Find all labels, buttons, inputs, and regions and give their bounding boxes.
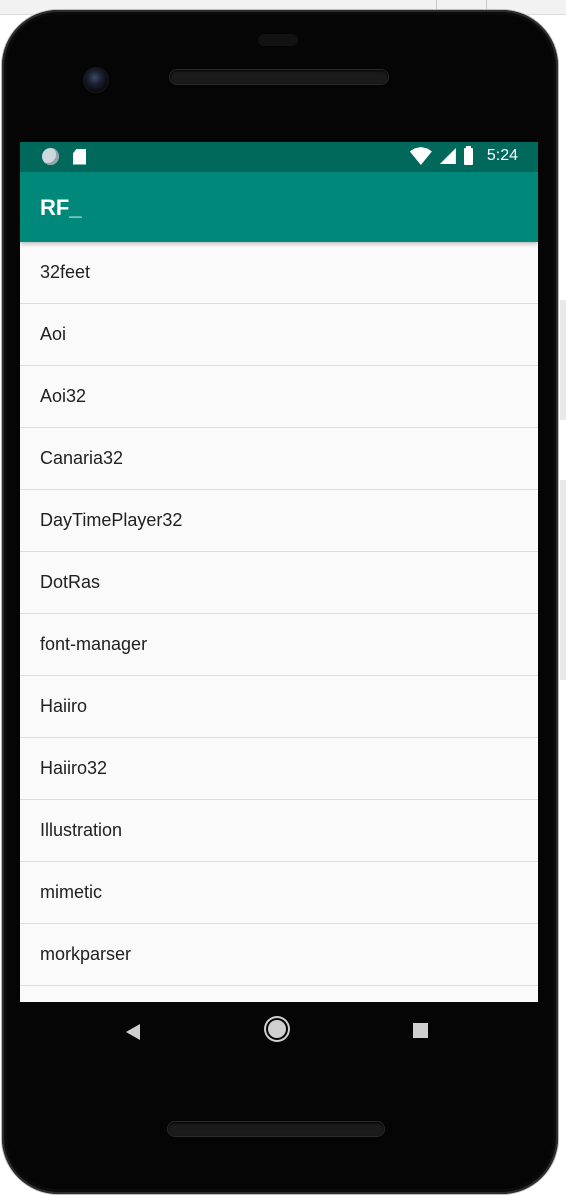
project-list[interactable]: 32feet Aoi Aoi32 Canaria32 DayTimePlayer… [20,242,538,1002]
app-title: RF_ [40,195,82,220]
signal-icon [439,148,456,164]
status-time: 5:24 [486,147,518,164]
list-item[interactable]: Canaria32 [20,428,538,490]
desktop-side-edge [560,480,566,680]
phone-screen: 5:24 RF_ 32feet Aoi Aoi32 Canaria32 DayT… [20,142,538,1002]
list-item[interactable]: DotRas [20,552,538,614]
bottom-speaker-grille [168,1122,384,1136]
status-bar: 5:24 [20,142,538,172]
wifi-icon [409,147,432,165]
recents-icon[interactable] [413,1023,428,1038]
home-icon[interactable] [268,1020,286,1038]
list-item[interactable]: 32feet [20,242,538,304]
list-item[interactable]: Aoi32 [20,366,538,428]
desktop-side-edge [560,300,566,420]
list-item[interactable]: mimetic [20,862,538,924]
list-item[interactable] [20,986,538,1002]
top-speaker-grille [170,70,388,84]
app-bar: RF_ [20,172,538,242]
battery-icon [463,145,473,165]
list-item[interactable]: Haiiro32 [20,738,538,800]
back-icon[interactable] [126,1024,140,1040]
sd-card-icon [73,148,86,165]
list-item[interactable]: DayTimePlayer32 [20,490,538,552]
earpiece [258,34,298,46]
circle-icon [42,148,59,165]
navigation-bar [20,1002,538,1062]
list-item[interactable]: font-manager [20,614,538,676]
list-item[interactable]: Aoi [20,304,538,366]
front-camera [84,68,108,92]
list-item[interactable]: Haiiro [20,676,538,738]
list-item[interactable]: morkparser [20,924,538,986]
list-item[interactable]: Illustration [20,800,538,862]
